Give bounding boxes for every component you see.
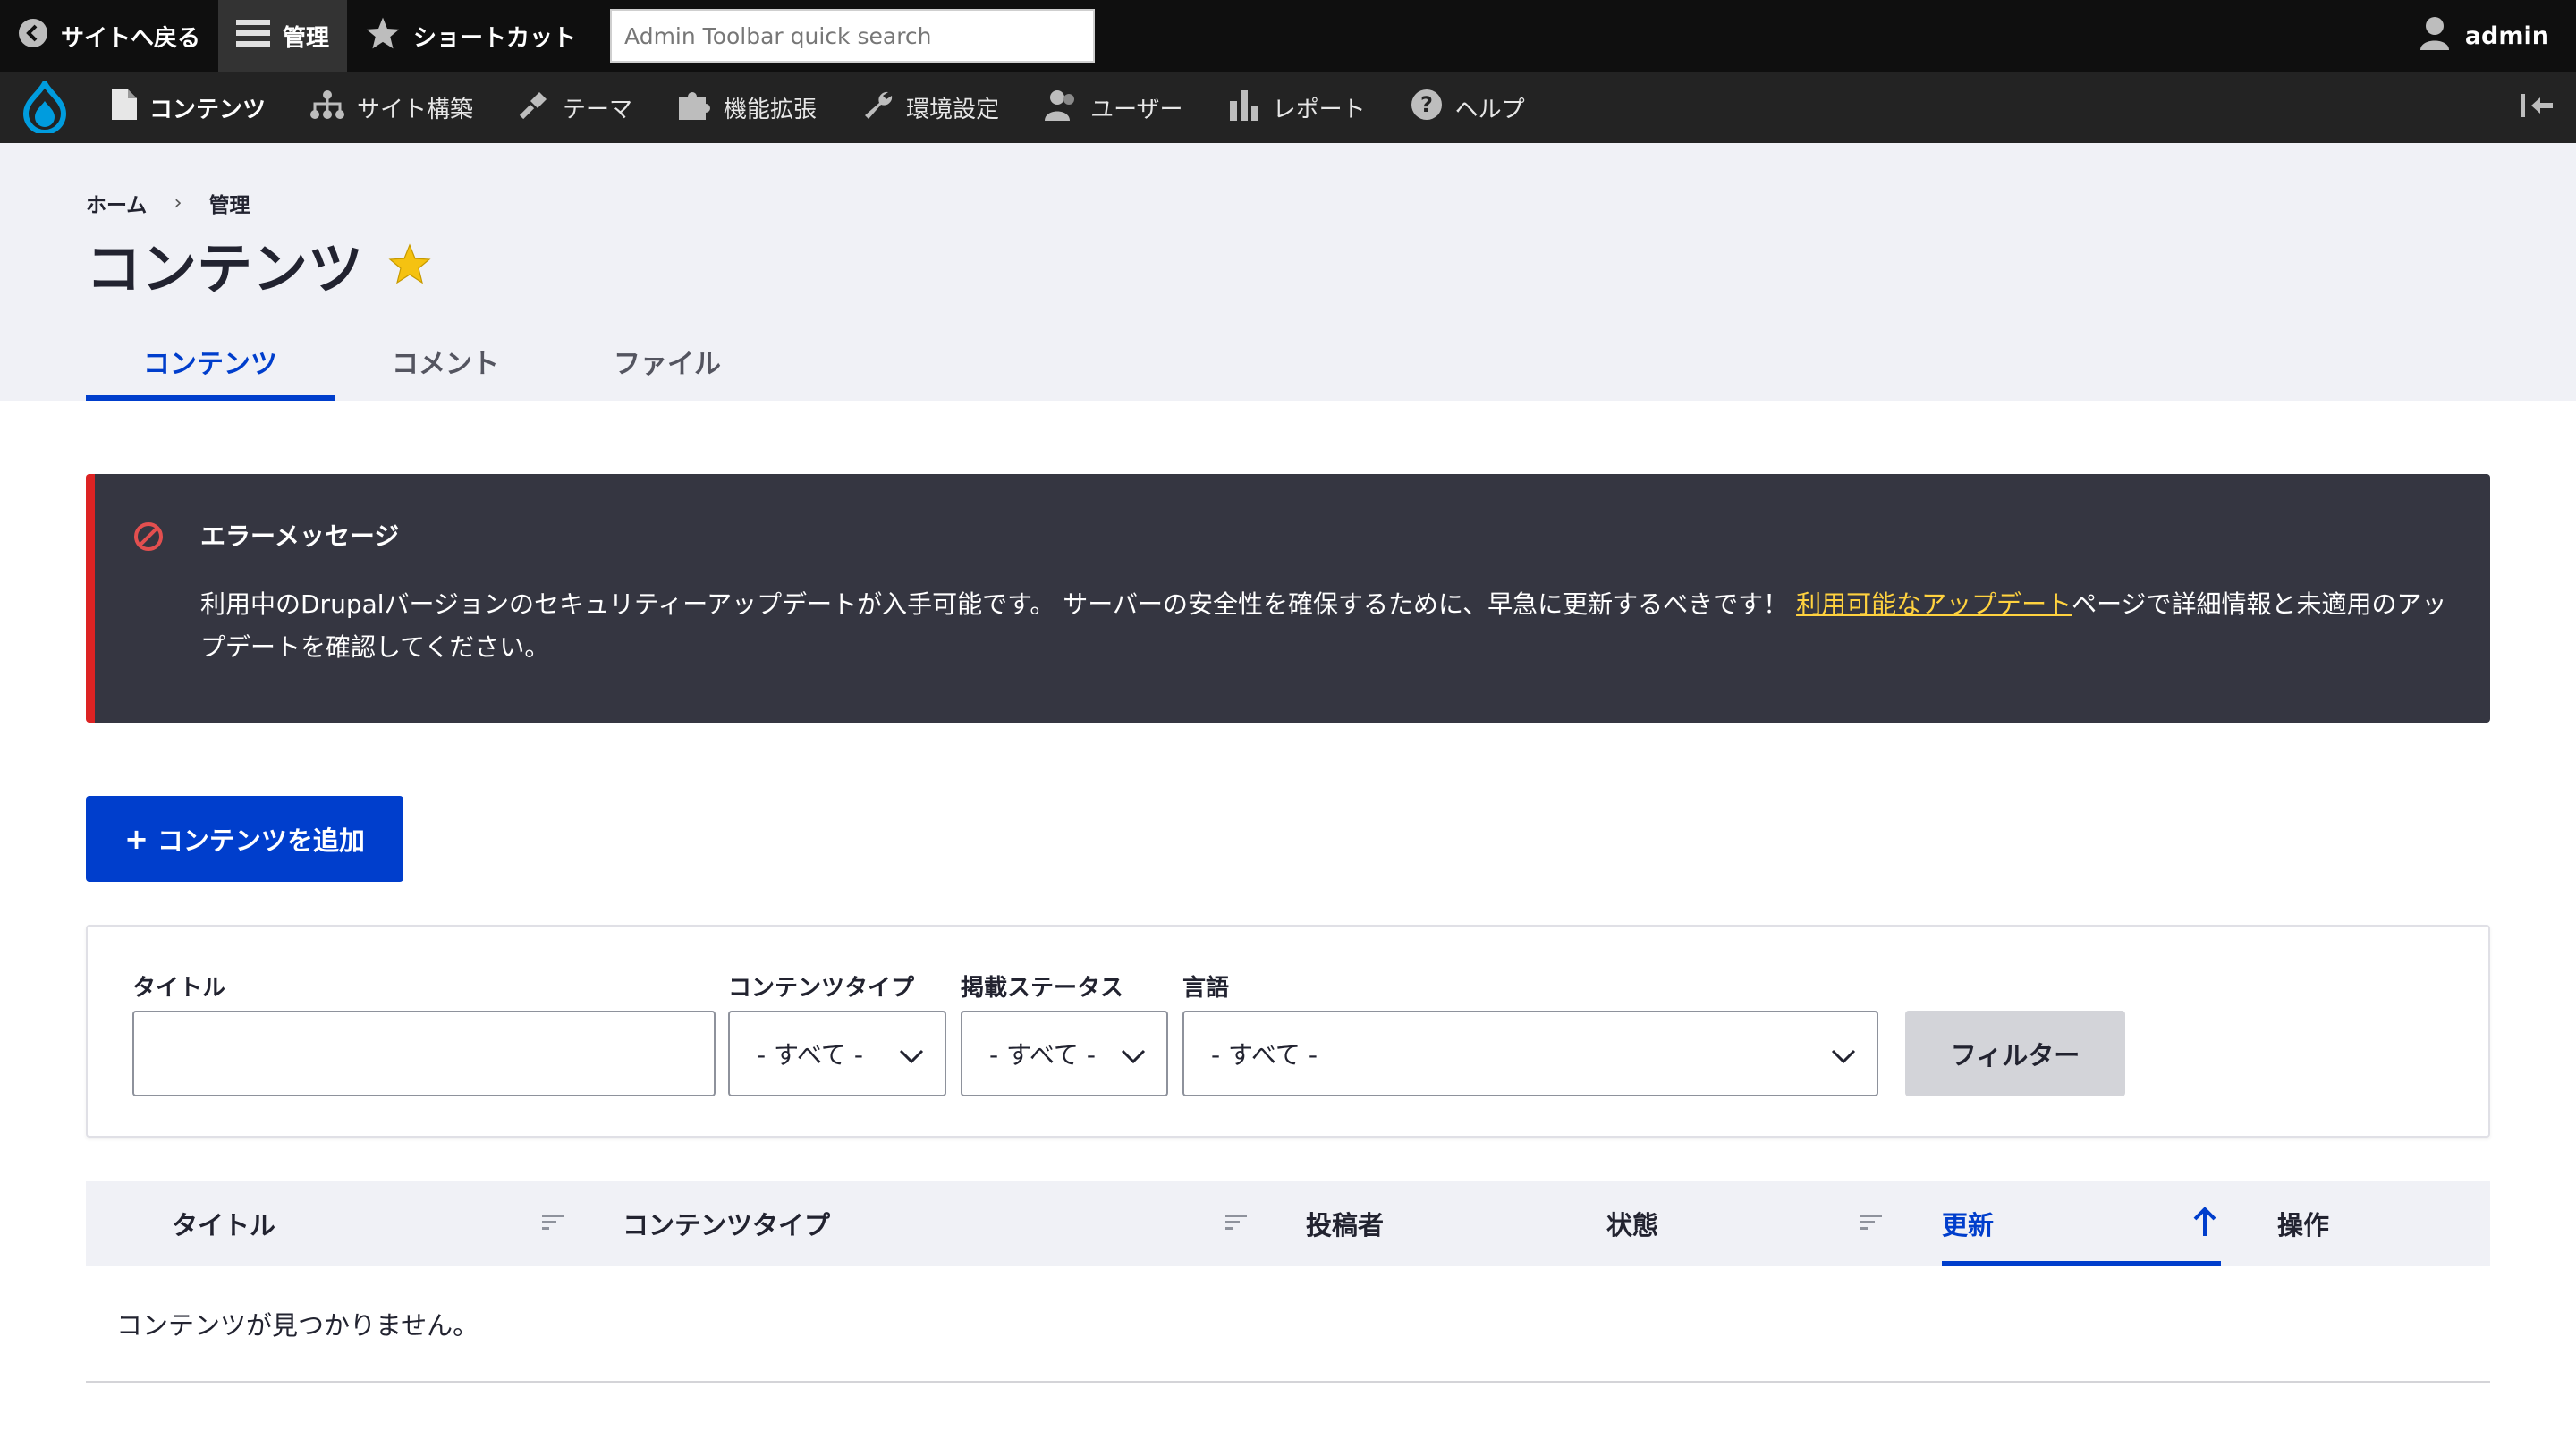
column-header-title[interactable]: タイトル [172,1181,275,1266]
tray-item-appearance[interactable]: テーマ [496,72,655,143]
language-select[interactable]: - すべて - [1182,1011,1878,1096]
help-icon: ? [1411,89,1455,127]
page-header-region: ホーム › 管理 コンテンツ コンテンツ コメント ファイル [0,143,2576,401]
language-selected: - すべて - [1211,1040,1318,1070]
user-name: admin [2464,21,2549,50]
breadcrumb-separator: › [174,191,182,215]
language-filter-label: 言語 [1182,975,1230,1002]
add-content-label: コンテンツを追加 [157,825,365,856]
add-shortcut-star-icon[interactable] [386,241,433,287]
tray-item-content[interactable]: コンテンツ [89,72,288,143]
title-filter-label: タイトル [132,975,226,1002]
add-content-button[interactable]: + コンテンツを追加 [86,796,403,882]
bar-chart-icon [1228,89,1273,127]
back-to-site-label: サイトへ戻る [61,24,201,52]
sitemap-icon [310,89,357,126]
admin-tray: コンテンツ サイト構築 テーマ 機能拡張 環境設定 ユーザー レポート ? ヘル… [0,72,2576,143]
manage-tab[interactable]: 管理 [218,0,348,72]
tray-label: 環境設定 [906,96,1000,123]
chevron-down-icon [898,1043,925,1072]
tray-label: レポート [1272,96,1366,123]
breadcrumb-admin-link[interactable]: 管理 [209,188,250,218]
manage-label: 管理 [283,24,330,52]
tab-content[interactable]: コンテンツ [86,322,335,401]
tab-files[interactable]: ファイル [556,322,778,401]
file-icon [112,89,149,126]
content-type-filter-label: コンテンツタイプ [728,975,915,1002]
breadcrumb: ホーム › 管理 [86,188,250,218]
user-menu[interactable]: admin [2419,16,2549,56]
page-title: コンテンツ [86,236,364,301]
tab-comments[interactable]: コメント [335,322,556,401]
breadcrumb-home-link[interactable]: ホーム [86,188,147,218]
star-icon [365,16,413,56]
admin-quick-search-input[interactable] [610,9,1096,63]
tray-label: コンテンツ [149,96,267,123]
tray-item-extend[interactable]: 機能拡張 [655,72,839,143]
column-header-status[interactable]: 状態 [1606,1181,1658,1266]
filter-form: タイトル コンテンツタイプ - すべて - 掲載ステータス - すべて - 言語… [86,925,2490,1138]
collapse-left-icon [2519,92,2555,123]
chevron-down-icon [1830,1043,1857,1072]
sort-icon[interactable] [1225,1213,1247,1236]
tray-item-configuration[interactable]: 環境設定 [839,72,1021,143]
status-filter-label: 掲載ステータス [961,975,1124,1002]
people-icon [1044,89,1090,127]
sort-icon[interactable] [542,1213,564,1236]
arrow-up-icon[interactable] [2193,1206,2216,1241]
status-selected: - すべて - [989,1040,1096,1070]
content-type-selected: - すべて - [757,1040,863,1070]
error-message-body: 利用中のDrupalバージョンのセキュリティーアップデートが入手可能です。 サー… [200,583,2454,669]
shortcuts-label: ショートカット [413,24,577,52]
tray-label: テーマ [563,96,633,123]
svg-text:?: ? [1420,92,1433,117]
collapse-tray-button[interactable] [2517,88,2556,127]
chevron-down-icon [1120,1043,1147,1072]
user-icon [2419,16,2465,56]
tray-item-structure[interactable]: サイト構築 [288,72,496,143]
content-table-header: タイトル コンテンツタイプ 投稿者 状態 更新 操作 [86,1181,2490,1266]
puzzle-icon [677,89,724,126]
primary-tabs: コンテンツ コメント ファイル [86,322,778,401]
back-circle-icon [18,18,61,55]
tray-label: 機能拡張 [724,96,818,123]
sort-icon[interactable] [1860,1213,1882,1236]
tray-item-help[interactable]: ? ヘルプ [1388,72,1547,143]
title-filter-input[interactable] [132,1011,716,1096]
wrench-icon [861,89,906,127]
tray-item-reports[interactable]: レポート [1206,72,1388,143]
content-type-select[interactable]: - すべて - [728,1011,946,1096]
table-empty-row: コンテンツが見つかりません。 [86,1266,2490,1383]
tray-label: ユーザー [1090,96,1183,123]
column-header-author: 投稿者 [1306,1210,1385,1240]
hamburger-icon [236,18,283,55]
tray-label: ヘルプ [1454,96,1525,123]
message-text-before: 利用中のDrupalバージョンのセキュリティーアップデートが入手可能です。 サー… [200,589,1797,619]
error-circle-icon [132,521,165,556]
tray-label: サイト構築 [357,96,474,123]
column-header-operations: 操作 [2277,1210,2330,1240]
shortcuts-tab[interactable]: ショートカット [347,0,594,72]
tray-item-people[interactable]: ユーザー [1021,72,1205,143]
back-to-site-link[interactable]: サイトへ戻る [0,0,218,72]
plus-icon: + [124,822,148,856]
column-header-content-type[interactable]: コンテンツタイプ [623,1181,830,1266]
column-header-updated[interactable]: 更新 [1942,1181,1994,1266]
admin-toolbar: サイトへ戻る 管理 ショートカット admin [0,0,2576,72]
available-updates-link[interactable]: 利用可能なアップデート [1796,589,2072,619]
error-message: エラーメッセージ 利用中のDrupalバージョンのセキュリティーアップデートが入… [86,474,2490,723]
drupal-logo-icon[interactable] [0,72,89,143]
error-message-title: エラーメッセージ [200,521,400,551]
filter-submit-button[interactable]: フィルター [1905,1011,2125,1096]
paintbrush-icon [518,89,563,127]
status-select[interactable]: - すべて - [961,1011,1168,1096]
